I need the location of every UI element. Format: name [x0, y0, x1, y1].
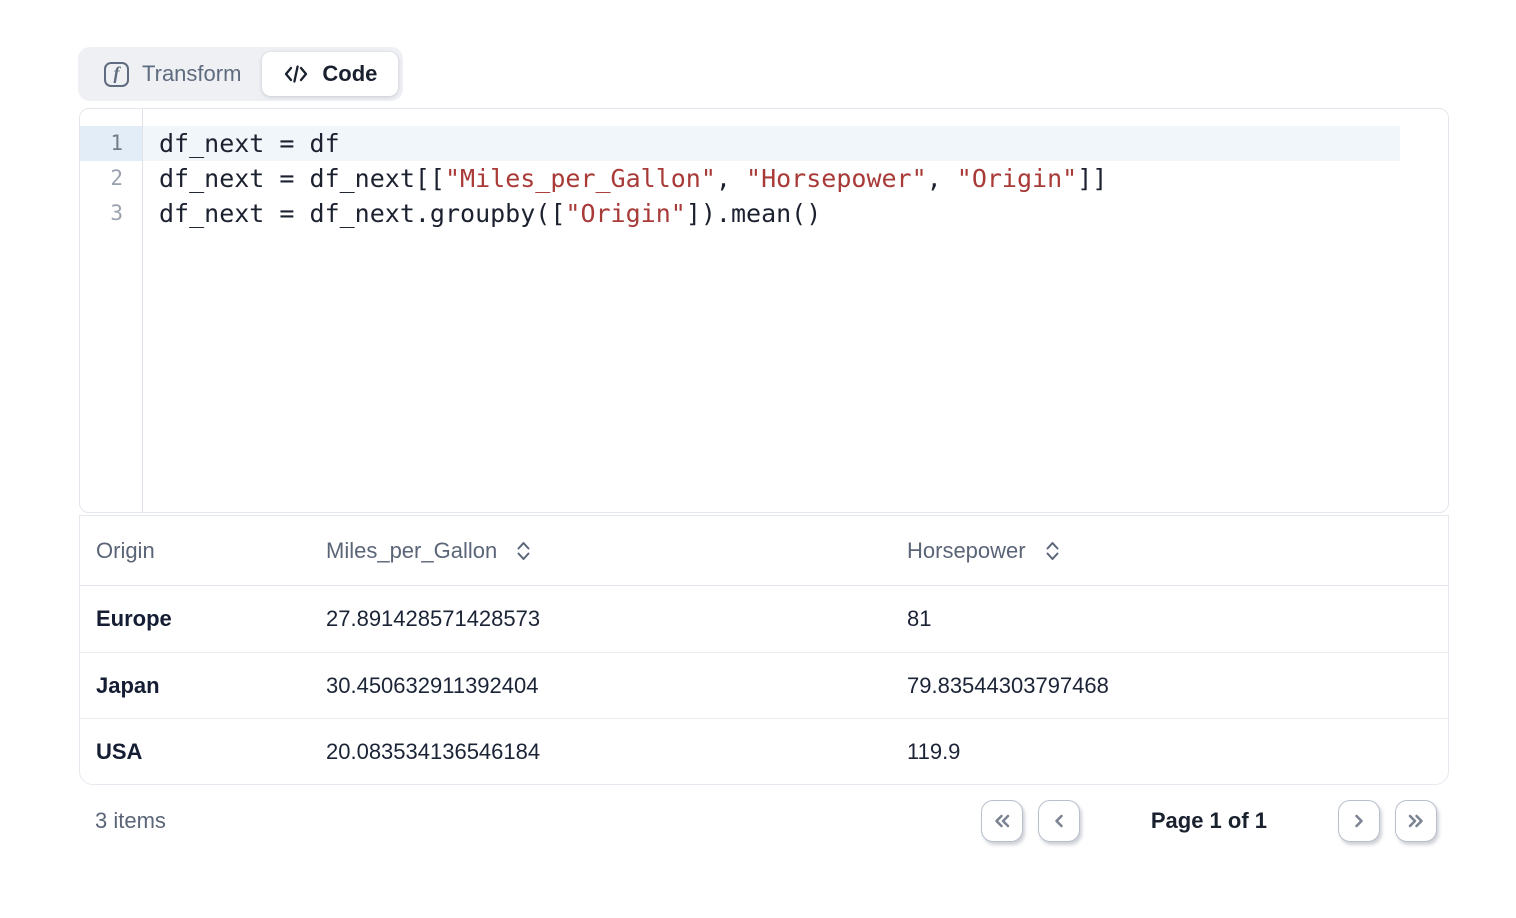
code-editor[interactable]: 1 2 3 df_next = df df_next = df_next[["M… — [79, 108, 1449, 513]
code-line[interactable]: df_next = df_next[["Miles_per_Gallon", "… — [143, 161, 1400, 196]
cell-horsepower: 119.9 — [907, 739, 1432, 765]
cell-miles-per-gallon: 27.891428571428573 — [326, 606, 907, 632]
cell-horsepower: 81 — [907, 606, 1432, 632]
cell-origin: USA — [96, 739, 326, 765]
code-icon — [283, 63, 309, 85]
code-content[interactable]: df_next = df df_next = df_next[["Miles_p… — [143, 109, 1400, 512]
page-indicator: Page 1 of 1 — [1151, 808, 1267, 834]
tab-transform[interactable]: f Transform — [83, 52, 262, 96]
table-row: Japan 30.450632911392404 79.835443037974… — [80, 652, 1448, 718]
sort-icon[interactable] — [516, 540, 531, 562]
cell-origin: Europe — [96, 606, 326, 632]
chevron-double-left-icon — [991, 811, 1013, 831]
table-footer: 3 items Page 1 of 1 — [95, 799, 1437, 843]
chevron-right-icon — [1349, 811, 1369, 831]
cell-miles-per-gallon: 30.450632911392404 — [326, 673, 907, 699]
code-line[interactable]: df_next = df — [143, 126, 1400, 161]
line-number: 3 — [80, 196, 142, 231]
line-number: 2 — [80, 161, 142, 196]
chevron-double-right-icon — [1405, 811, 1427, 831]
last-page-button[interactable] — [1395, 800, 1437, 842]
prev-page-button[interactable] — [1038, 800, 1080, 842]
items-count: 3 items — [95, 808, 166, 834]
chevron-left-icon — [1049, 811, 1069, 831]
line-number: 1 — [80, 126, 142, 161]
cell-origin: Japan — [96, 673, 326, 699]
tab-transform-label: Transform — [142, 61, 241, 87]
pagination: Page 1 of 1 — [981, 800, 1437, 842]
view-toggle: f Transform Code — [78, 47, 403, 101]
function-icon: f — [104, 62, 129, 87]
code-line[interactable]: df_next = df_next.groupby(["Origin"]).me… — [143, 196, 1400, 231]
tab-code[interactable]: Code — [262, 52, 398, 96]
tab-code-label: Code — [322, 61, 377, 87]
result-table: Origin Miles_per_Gallon Horsepower Europ… — [79, 515, 1449, 785]
column-header-origin: Origin — [96, 538, 326, 564]
next-page-button[interactable] — [1338, 800, 1380, 842]
cell-horsepower: 79.83544303797468 — [907, 673, 1432, 699]
cell-miles-per-gallon: 20.083534136546184 — [326, 739, 907, 765]
column-header-miles-per-gallon[interactable]: Miles_per_Gallon — [326, 538, 907, 564]
line-number-gutter: 1 2 3 — [80, 109, 143, 512]
table-header-row: Origin Miles_per_Gallon Horsepower — [80, 516, 1448, 586]
column-header-horsepower[interactable]: Horsepower — [907, 538, 1432, 564]
sort-icon[interactable] — [1045, 540, 1060, 562]
table-row: Europe 27.891428571428573 81 — [80, 586, 1448, 652]
table-row: USA 20.083534136546184 119.9 — [80, 718, 1448, 784]
first-page-button[interactable] — [981, 800, 1023, 842]
